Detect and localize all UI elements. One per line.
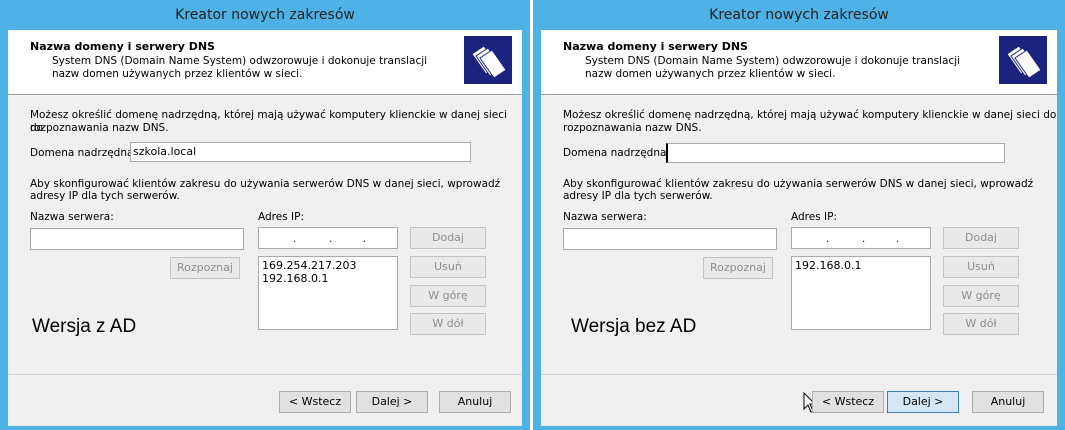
dns-text-line2: adresy IP dla tych serwerów. (563, 190, 713, 202)
remove-button[interactable]: Usuń (943, 256, 1019, 278)
server-name-input[interactable] (30, 228, 244, 250)
domain-label: Domena nadrzędna: (30, 147, 137, 159)
server-name-input[interactable] (563, 228, 777, 250)
ip-address-label: Adres IP: (258, 211, 304, 223)
move-up-button[interactable]: W górę (410, 285, 486, 307)
version-caption: Wersja z AD (32, 316, 137, 337)
version-caption: Wersja bez AD (571, 316, 697, 337)
cancel-button[interactable]: Anuluj (439, 391, 511, 413)
move-up-button[interactable]: W górę (943, 285, 1019, 307)
right-wizard-window: Kreator nowych zakresów Nazwa domeny i s… (533, 0, 1065, 430)
list-item[interactable]: 169.254.217.203 (262, 259, 397, 272)
ip-address-input[interactable]: . . . (258, 227, 398, 249)
dns-folders-icon (464, 36, 512, 84)
back-button[interactable]: < Wstecz (279, 391, 351, 413)
server-name-label: Nazwa serwera: (563, 211, 647, 223)
separator (541, 374, 1057, 375)
intro-text-line2: rozpoznawania nazw DNS. (30, 122, 169, 134)
wizard-header: Nazwa domeny i serwery DNS System DNS (D… (541, 30, 1057, 95)
resolve-button[interactable]: Rozpoznaj (170, 257, 240, 279)
add-button[interactable]: Dodaj (943, 227, 1019, 249)
back-button[interactable]: < Wstecz (812, 391, 884, 413)
intro-text-line2: rozpoznawania nazw DNS. (563, 122, 702, 134)
remove-button[interactable]: Usuń (410, 256, 486, 278)
next-button[interactable]: Dalej > (356, 391, 428, 413)
dns-text-line2: adresy IP dla tych serwerów. (30, 190, 180, 202)
domain-label: Domena nadrzędna: (563, 147, 670, 159)
window-title: Kreator nowych zakresów (709, 7, 889, 23)
server-name-label: Nazwa serwera: (30, 211, 114, 223)
cancel-button[interactable]: Anuluj (972, 391, 1044, 413)
resolve-button[interactable]: Rozpoznaj (703, 257, 773, 279)
intro-text-line1: Możesz określić domenę nadrzędną, której… (563, 109, 1057, 121)
dns-server-list[interactable]: 169.254.217.203 192.168.0.1 (258, 256, 398, 330)
separator (8, 374, 522, 375)
domain-input[interactable] (666, 143, 1005, 163)
list-item[interactable]: 192.168.0.1 (262, 272, 397, 285)
list-item[interactable]: 192.168.0.1 (795, 259, 930, 272)
wizard-header: Nazwa domeny i serwery DNS System DNS (D… (8, 30, 522, 95)
ip-address-input[interactable]: . . . (791, 227, 931, 249)
move-down-button[interactable]: W dół (410, 313, 486, 335)
window-title: Kreator nowych zakresów (175, 7, 355, 23)
next-button[interactable]: Dalej > (887, 391, 959, 413)
header-description: System DNS (Domain Name System) odwzorow… (52, 55, 428, 80)
move-down-button[interactable]: W dół (943, 313, 1019, 335)
dns-server-list[interactable]: 192.168.0.1 (791, 256, 931, 330)
left-wizard-window: Kreator nowych zakresów Nazwa domeny i s… (0, 0, 530, 430)
header-title: Nazwa domeny i serwery DNS (30, 40, 215, 53)
dialog-body: Nazwa domeny i serwery DNS System DNS (D… (8, 30, 522, 426)
header-description: System DNS (Domain Name System) odwzorow… (585, 55, 961, 80)
dns-folders-icon (999, 36, 1047, 84)
add-button[interactable]: Dodaj (410, 227, 486, 249)
dialog-body: Nazwa domeny i serwery DNS System DNS (D… (541, 30, 1057, 426)
domain-input[interactable]: szkola.local (130, 142, 471, 162)
header-title: Nazwa domeny i serwery DNS (563, 40, 748, 53)
ip-address-label: Adres IP: (791, 211, 837, 223)
